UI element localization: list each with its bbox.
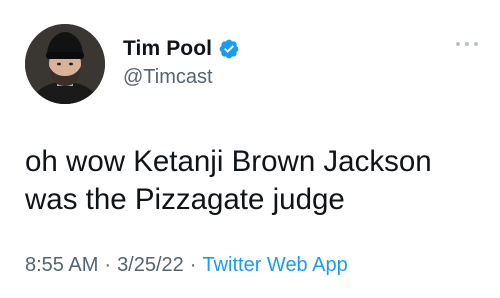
more-options-icon[interactable] <box>456 38 478 50</box>
tweet-text: oh wow Ketanji Brown Jackson was the Piz… <box>25 145 432 216</box>
avatar[interactable] <box>25 24 105 104</box>
tweet-date[interactable]: 3/25/22 <box>117 254 184 276</box>
more-dot <box>474 42 478 46</box>
meta-separator: · <box>104 254 112 276</box>
author-handle[interactable]: @Timcast <box>123 66 240 89</box>
more-dot <box>465 42 469 46</box>
verified-badge-icon <box>218 38 240 60</box>
tweet-card: Tim Pool @Timcast oh wow Ketanji Brown J… <box>0 0 500 298</box>
author-name[interactable]: Tim Pool <box>123 37 212 61</box>
author-block: Tim Pool @Timcast <box>123 36 240 89</box>
tweet-time[interactable]: 8:55 AM <box>25 254 98 276</box>
more-dot <box>456 42 460 46</box>
meta-separator: · <box>189 254 197 276</box>
author-name-row: Tim Pool <box>123 36 240 62</box>
avatar-image <box>25 24 105 104</box>
tweet-meta: 8:55 AM · 3/25/22 · Twitter Web App <box>25 254 348 277</box>
tweet-source[interactable]: Twitter Web App <box>202 254 347 276</box>
